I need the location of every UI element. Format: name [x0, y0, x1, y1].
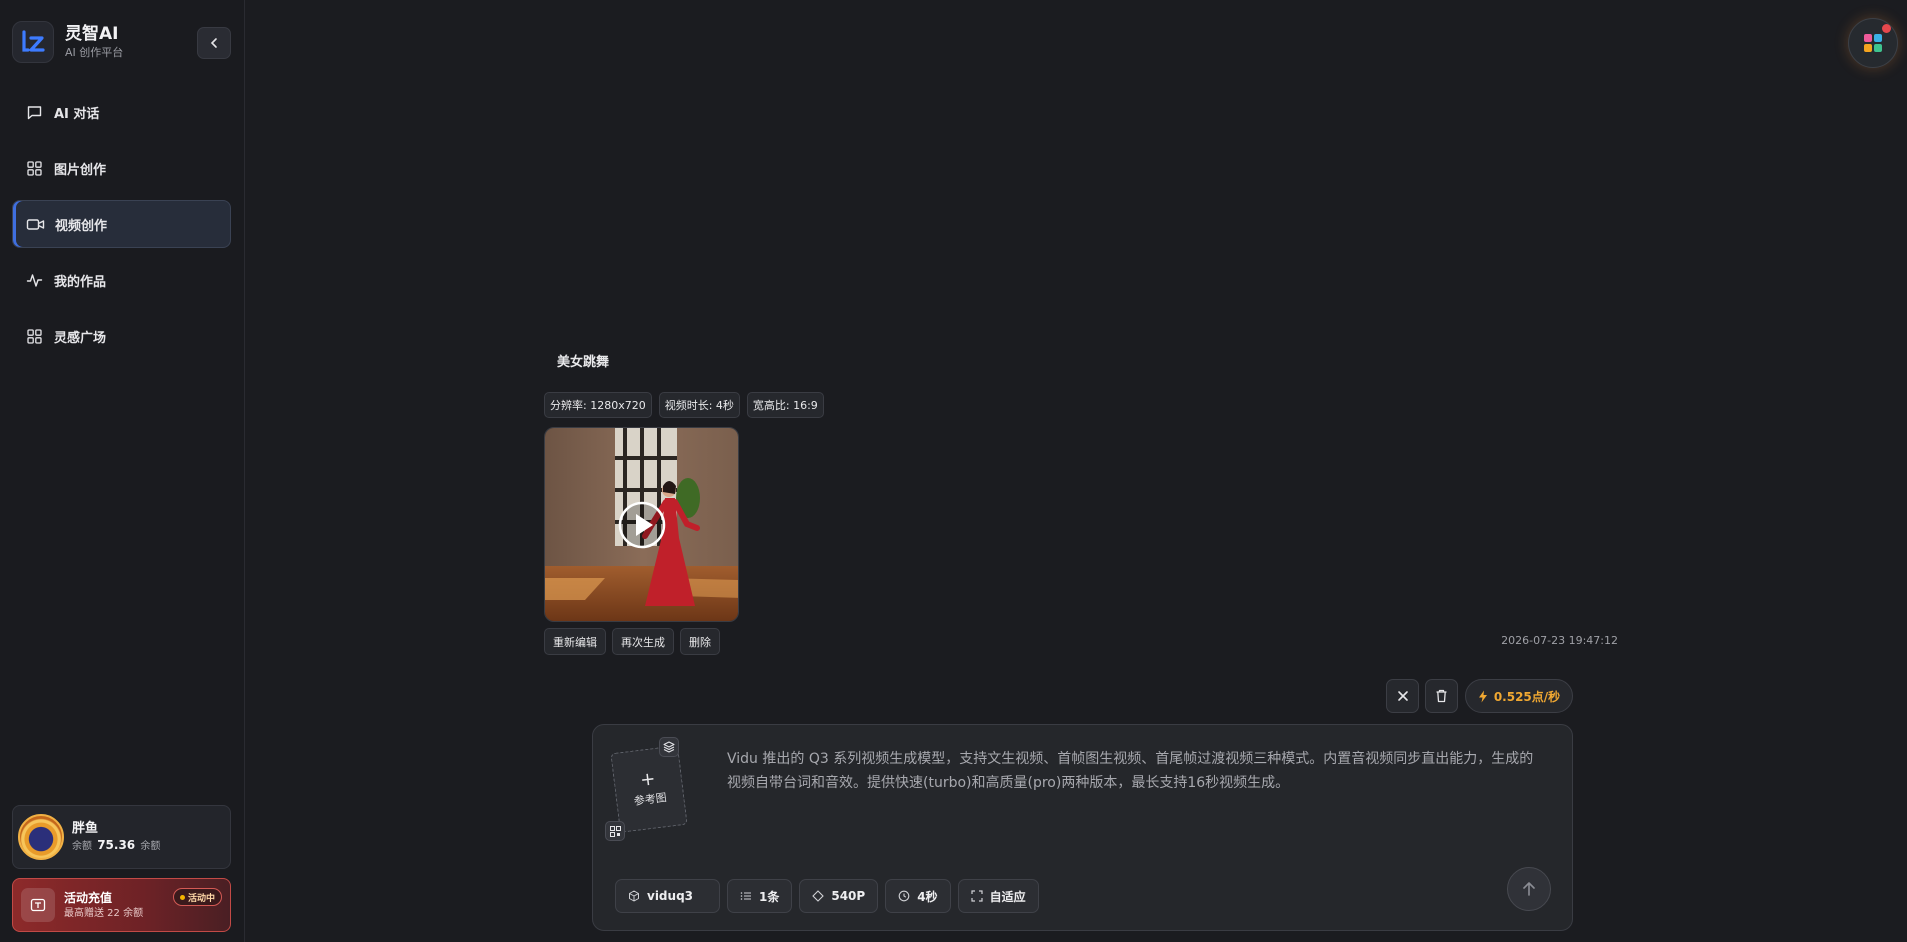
chip-label: 自适应	[989, 889, 1026, 904]
grid-icon	[24, 158, 44, 178]
promo-title: 活动充值	[64, 890, 113, 905]
grid-icon	[24, 326, 44, 346]
chip-label: 1条	[759, 889, 780, 904]
promo-badge-label: 活动中	[187, 893, 215, 904]
balance-suffix: 余额	[140, 840, 161, 852]
duration-chip[interactable]: 4秒	[885, 879, 951, 913]
nav-item-label: AI 对话	[54, 106, 100, 122]
sidebar-nav: AI 对话 图片创作 视频创作 我的作品 灵感广场	[12, 88, 231, 368]
video-camera-icon	[25, 214, 45, 234]
reference-image-label: 参考图	[633, 790, 668, 808]
apps-launcher-button[interactable]	[1848, 18, 1898, 68]
cube-icon	[629, 890, 639, 902]
apps-grid-icon	[1864, 34, 1882, 52]
send-button[interactable]	[1507, 867, 1551, 911]
tag-duration: 视频时长: 4秒	[658, 392, 740, 418]
nav-item-image[interactable]: 图片创作	[12, 144, 231, 192]
count-chip[interactable]: 1条	[727, 879, 793, 913]
nav-item-ai-chat[interactable]: AI 对话	[12, 88, 231, 136]
regenerate-button[interactable]: 再次生成	[612, 628, 674, 655]
nav-item-label: 灵感广场	[54, 330, 107, 346]
chat-bubble-icon	[24, 102, 44, 122]
model-description: Vidu 推出的 Q3 系列视频生成模型，支持文生视频、首帧图生视频、首尾帧过渡…	[727, 751, 1534, 791]
cost-rate-label: 0.525点/秒	[1493, 689, 1561, 704]
clock-icon	[898, 890, 910, 902]
balance-prefix: 余额	[72, 840, 92, 852]
gift-wallet-icon	[21, 888, 55, 922]
result-actions: 重新编辑 再次生成 删除	[544, 628, 726, 655]
tag-resolution: 分辨率: 1280x720	[544, 392, 652, 418]
nav-item-label: 我的作品	[54, 274, 107, 290]
composer: + 参考图 Vidu 推出的 Q3 系列视频生成模型，支持文生视频、首帧图生视频…	[592, 724, 1573, 931]
promo-subtitle: 最高赠送 22 余额	[64, 907, 144, 919]
chip-label: viduq3	[647, 889, 694, 903]
collapse-sidebar-button[interactable]	[197, 27, 231, 59]
qr-code-icon	[609, 825, 621, 837]
chip-label: 4秒	[917, 889, 938, 904]
model-select-chip[interactable]: viduq3	[615, 879, 720, 913]
layers-button[interactable]	[659, 737, 679, 757]
brand-name: 灵智AI	[65, 24, 119, 44]
nav-item-label: 视频创作	[55, 218, 108, 234]
lightning-icon	[1478, 690, 1487, 702]
diamond-icon	[812, 890, 825, 902]
resolution-chip[interactable]: 540P	[799, 879, 879, 913]
result-tags: 分辨率: 1280x720 视频时长: 4秒 宽高比: 16:9	[544, 392, 831, 418]
user-name: 胖鱼	[72, 820, 99, 836]
brand-logo-icon	[12, 21, 54, 63]
nav-item-my-works[interactable]: 我的作品	[12, 256, 231, 304]
nav-item-video[interactable]: 视频创作	[12, 200, 231, 248]
notification-dot	[1882, 24, 1891, 33]
status-dot-icon	[179, 894, 185, 900]
promo-status-badge: 活动中	[172, 888, 222, 906]
plus-icon: +	[639, 768, 657, 791]
brand-subtitle: AI 创作平台	[65, 46, 124, 59]
reference-image-upload[interactable]: + 参考图	[610, 745, 688, 833]
app-root: 灵智AI AI 创作平台 AI 对话 图片创作 视频创作 我的作品 灵感广场 胖…	[0, 0, 1907, 942]
clear-button[interactable]	[1386, 679, 1419, 713]
nav-item-label: 图片创作	[54, 162, 107, 178]
composer-options: viduq3 1条 540P 4秒 自适应	[615, 879, 1046, 913]
nav-item-inspiration[interactable]: 灵感广场	[12, 312, 231, 360]
user-balance: 余额 75.36 余额	[72, 837, 160, 855]
brand[interactable]: 灵智AI AI 创作平台	[12, 21, 123, 63]
qr-button[interactable]	[605, 821, 625, 841]
trash-button[interactable]	[1425, 679, 1458, 713]
chip-label: 540P	[831, 889, 866, 903]
tag-aspect-ratio: 宽高比: 16:9	[746, 392, 824, 418]
avatar	[18, 814, 64, 860]
delete-button[interactable]: 删除	[680, 628, 720, 655]
arrow-up-icon	[1523, 882, 1535, 896]
layers-icon	[663, 741, 675, 753]
expand-icon	[970, 890, 983, 902]
balance-value: 75.36	[97, 837, 136, 852]
sidebar: 灵智AI AI 创作平台 AI 对话 图片创作 视频创作 我的作品 灵感广场 胖…	[0, 0, 245, 942]
activity-icon	[24, 270, 44, 290]
result-prompt: 美女跳舞	[557, 355, 610, 370]
main-content: 美女跳舞 分辨率: 1280x720 视频时长: 4秒 宽高比: 16:9 重新…	[246, 0, 1907, 942]
promo-recharge-card[interactable]: 活动充值 最高赠送 22 余额 活动中	[12, 878, 231, 932]
list-icon	[740, 892, 751, 900]
close-icon	[1397, 691, 1408, 701]
chevron-left-icon	[210, 38, 217, 48]
play-icon	[618, 501, 666, 549]
video-thumbnail[interactable]	[544, 427, 739, 622]
result-timestamp: 2026-07-23 19:47:12	[1501, 634, 1618, 647]
re-edit-button[interactable]: 重新编辑	[544, 628, 606, 655]
aspect-ratio-chip[interactable]: 自适应	[957, 879, 1039, 913]
user-card[interactable]: 胖鱼 余额 75.36 余额	[12, 805, 231, 869]
trash-icon	[1436, 689, 1447, 703]
cost-rate-button[interactable]: 0.525点/秒	[1465, 679, 1573, 713]
